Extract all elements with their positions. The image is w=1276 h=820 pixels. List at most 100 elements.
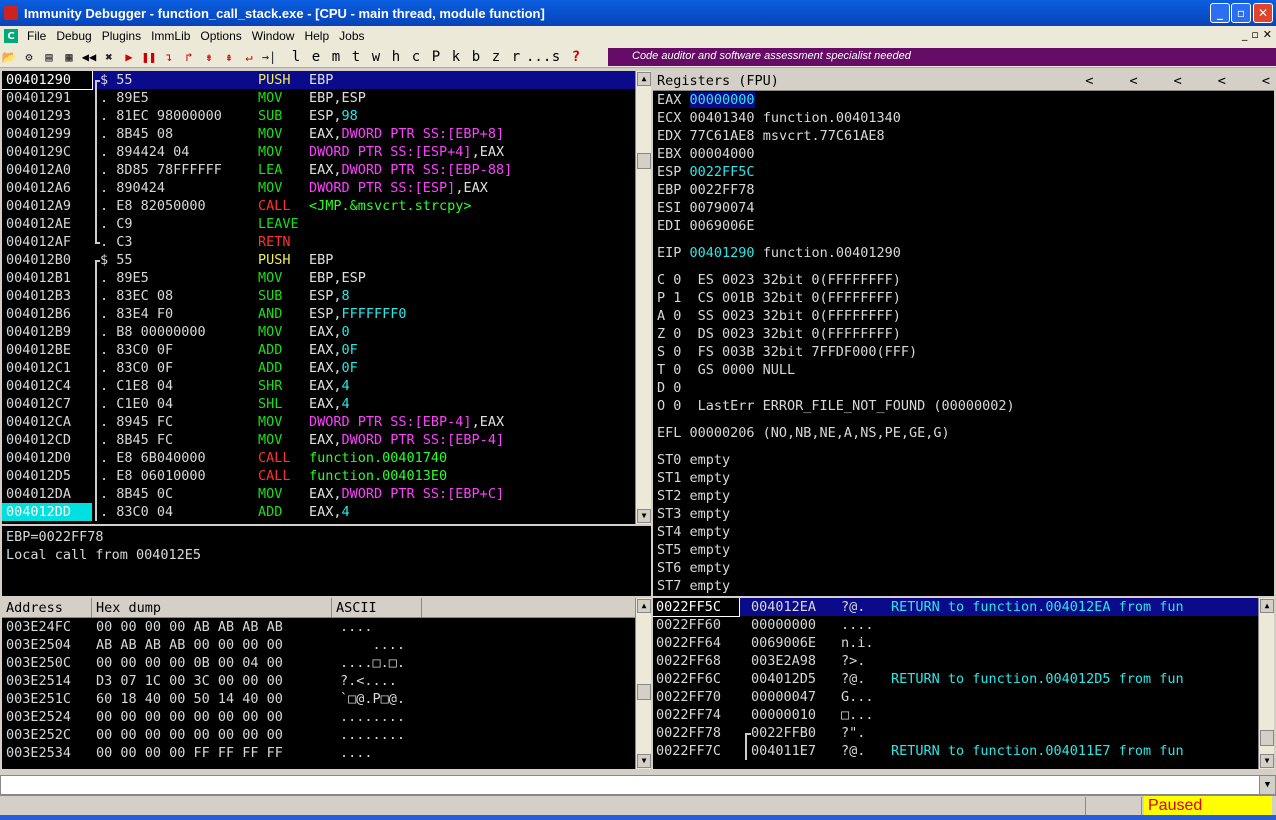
toolbar-window-11[interactable]: r — [506, 49, 526, 65]
register-ebx-value[interactable]: 00004000 — [690, 146, 755, 162]
dump-scrollbar[interactable]: ▲ ▼ — [635, 598, 651, 769]
script-icon[interactable]: ▦ — [60, 48, 78, 66]
toolbar-window-7[interactable]: P — [426, 49, 446, 65]
attach-icon[interactable]: ⚙ — [20, 48, 38, 66]
disasm-row[interactable]: 004012B6 . 83E4 F0 AND ESP,FFFFFFF0 — [2, 305, 651, 323]
disasm-row[interactable]: 004012D5 . E8 06010000 CALL function.004013… — [2, 467, 651, 485]
stack-row[interactable]: 0022FF74 00000010 □... — [653, 706, 1274, 724]
run-icon[interactable]: ▶ — [120, 48, 138, 66]
disasm-row[interactable]: 004012B1 . 89E5 MOV EBP,ESP — [2, 269, 651, 287]
goto-icon[interactable]: →| — [260, 48, 278, 66]
flag-row[interactable]: S 0 FS 003B 32bit 7FFDF000(FFF) — [657, 343, 1274, 361]
toolbar-window-3[interactable]: t — [346, 49, 366, 65]
menu-debug[interactable]: Debug — [51, 29, 96, 43]
disasm-row[interactable]: 00401293 . 81EC 98000000 SUB ESP,98 — [2, 107, 651, 125]
dump-header-ascii[interactable]: ASCII — [332, 598, 422, 617]
toolbar-window-2[interactable]: m — [326, 49, 346, 65]
dump-row[interactable]: 003E24FC 00 00 00 00 AB AB AB AB.... — [6, 618, 651, 636]
ad-banner[interactable]: Code auditor and software assessment spe… — [608, 48, 1276, 66]
menu-window[interactable]: Window — [247, 29, 300, 43]
open-icon[interactable]: 📂 — [0, 48, 18, 66]
register-eip-value[interactable]: 00401290 — [690, 245, 755, 261]
stack-row[interactable]: 0022FF60 00000000.... — [653, 616, 1274, 634]
disasm-row[interactable]: 004012B0 $ 55 PUSH EBP — [2, 251, 651, 269]
toolbar-window-6[interactable]: c — [406, 49, 426, 65]
dump-header-address[interactable]: Address — [2, 598, 92, 617]
registers-header[interactable]: Registers (FPU) < < < < < — [653, 71, 1274, 91]
register-edi[interactable]: EDI 0069006E — [657, 217, 1274, 235]
command-input[interactable]: ▼ — [0, 775, 1276, 795]
register-nav-arrow[interactable]: < — [1174, 71, 1182, 91]
register-ebx[interactable]: EBX 00004000 — [657, 145, 1274, 163]
eflags-row[interactable]: EFL 00000206 (NO,NB,NE,A,NS,PE,GE,G) — [657, 424, 1274, 442]
register-nav-arrow[interactable]: < — [1129, 71, 1137, 91]
flag-row[interactable]: C 0 ES 0023 32bit 0(FFFFFFFF) — [657, 271, 1274, 289]
dump-row[interactable]: 003E2524 00 00 00 00 00 00 00 00........ — [6, 708, 651, 726]
trace-into-icon[interactable]: ⇟ — [200, 48, 218, 66]
minimize-button[interactable]: _ — [1210, 3, 1230, 23]
stack-row[interactable]: 0022FF68 003E2A98 ?>. — [653, 652, 1274, 670]
stack-scroll-up-icon[interactable]: ▲ — [1260, 599, 1274, 613]
disasm-row[interactable]: 004012CA . 8945 FC MOV DWORD PTR SS:[EBP-4]… — [2, 413, 651, 431]
registers-pane[interactable]: Registers (FPU) < < < < < EAX 00000000 ECX 00… — [653, 71, 1274, 596]
register-nav-arrow[interactable]: < — [1262, 71, 1270, 91]
close-button[interactable]: ✕ — [1253, 3, 1273, 23]
disasm-row[interactable]: 004012D0 . E8 6B040000 CALL function.004017… — [2, 449, 651, 467]
disasm-row[interactable]: 004012DD . 83C0 04 ADD EAX,4 — [2, 503, 651, 521]
toolbar-window-8[interactable]: k — [446, 49, 466, 65]
list-icon[interactable]: ▤ — [40, 48, 58, 66]
dump-row[interactable]: 003E251C 60 18 40 00 50 14 40 00 `□@.P□@. — [6, 690, 651, 708]
flag-row[interactable]: D 0 — [657, 379, 1274, 397]
stack-row[interactable]: 0022FF6C 004012D5 ?@. RETURN to function.00… — [653, 670, 1274, 688]
stack-pane[interactable]: 0022FF5C 004012EA ?@. RETURN to function.00… — [653, 598, 1274, 769]
register-esp[interactable]: ESP 0022FF5C — [657, 163, 1274, 181]
disasm-row[interactable]: 004012BE . 83C0 0F ADD EAX,0F — [2, 341, 651, 359]
dump-row[interactable]: 003E2504 AB AB AB AB 00 00 00 00 .... — [6, 636, 651, 654]
scroll-down-icon[interactable]: ▼ — [637, 509, 651, 523]
step-over-icon[interactable]: ↱ — [180, 48, 198, 66]
register-nav-arrow[interactable]: < — [1085, 71, 1093, 91]
pause-icon[interactable]: ❚❚ — [140, 48, 158, 66]
stack-row[interactable]: 0022FF70 00000047 G... — [653, 688, 1274, 706]
dump-row[interactable]: 003E2514 D3 07 1C 00 3C 00 00 00 ?.<.... — [6, 672, 651, 690]
register-nav-arrow[interactable]: < — [1218, 71, 1226, 91]
disasm-row[interactable]: 004012CD . 8B45 FC MOV EAX,DWORD PTR SS:[EB… — [2, 431, 651, 449]
register-esp-value[interactable]: 0022FF5C — [690, 164, 755, 180]
command-dropdown-icon[interactable]: ▼ — [1259, 776, 1275, 794]
disasm-row[interactable]: 004012C7 . C1E0 04 SHL EAX,4 — [2, 395, 651, 413]
trace-over-icon[interactable]: ⇞ — [220, 48, 238, 66]
step-into-icon[interactable]: ↴ — [160, 48, 178, 66]
disasm-row[interactable]: 00401299 . 8B45 08 MOV EAX,DWORD PTR SS:[EB… — [2, 125, 651, 143]
disasm-row[interactable]: 00401290 $ 55 PUSH EBP — [2, 71, 651, 90]
toolbar-window-9[interactable]: b — [466, 49, 486, 65]
stack-row[interactable]: 0022FF7C 004011E7 ?@. RETURN to function.00… — [653, 742, 1274, 760]
toolbar-window-1[interactable]: e — [306, 49, 326, 65]
register-esi[interactable]: ESI 00790074 — [657, 199, 1274, 217]
register-eax-value[interactable]: 00000000 — [689, 92, 755, 108]
register-ebp[interactable]: EBP 0022FF78 — [657, 181, 1274, 199]
register-edx-value[interactable]: 77C61AE8 — [690, 128, 755, 144]
flag-row[interactable]: P 1 CS 001B 32bit 0(FFFFFFFF) — [657, 289, 1274, 307]
menu-options[interactable]: Options — [195, 29, 246, 43]
dump-scroll-down-icon[interactable]: ▼ — [637, 754, 651, 768]
close-process-icon[interactable]: ✖ — [100, 48, 118, 66]
flag-row[interactable]: Z 0 DS 0023 32bit 0(FFFFFFFF) — [657, 325, 1274, 343]
disassembly-scrollbar[interactable]: ▲ ▼ — [635, 71, 651, 524]
dump-header-hex[interactable]: Hex dump — [92, 598, 332, 617]
menu-file[interactable]: File — [22, 29, 51, 43]
stack-scroll-down-icon[interactable]: ▼ — [1260, 754, 1274, 768]
scroll-thumb[interactable] — [637, 153, 651, 169]
disasm-row[interactable]: 004012A6 . 890424 MOV DWORD PTR SS:[ESP],EA… — [2, 179, 651, 197]
toolbar-window-14[interactable]: ? — [566, 49, 586, 65]
maximize-button[interactable]: ▫ — [1231, 3, 1251, 23]
register-eip[interactable]: EIP 00401290 function.00401290 — [657, 244, 1274, 262]
disasm-row[interactable]: 004012C4 . C1E8 04 SHR EAX,4 — [2, 377, 651, 395]
stack-row[interactable]: 0022FF78 0022FFB0 ?". — [653, 724, 1274, 742]
child-minimize-icon[interactable]: _ — [1242, 28, 1248, 41]
restart-icon[interactable]: ◀◀ — [80, 48, 98, 66]
stack-row[interactable]: 0022FF5C 004012EA ?@. RETURN to function.00… — [653, 598, 1274, 617]
register-eax[interactable]: EAX 00000000 — [657, 91, 1274, 109]
dump-row[interactable]: 003E250C 00 00 00 00 0B 00 04 00 ....□.□. — [6, 654, 651, 672]
flag-row[interactable]: O 0 LastErr ERROR_FILE_NOT_FOUND (000000… — [657, 397, 1274, 415]
register-edx[interactable]: EDX 77C61AE8 msvcrt.77C61AE8 — [657, 127, 1274, 145]
